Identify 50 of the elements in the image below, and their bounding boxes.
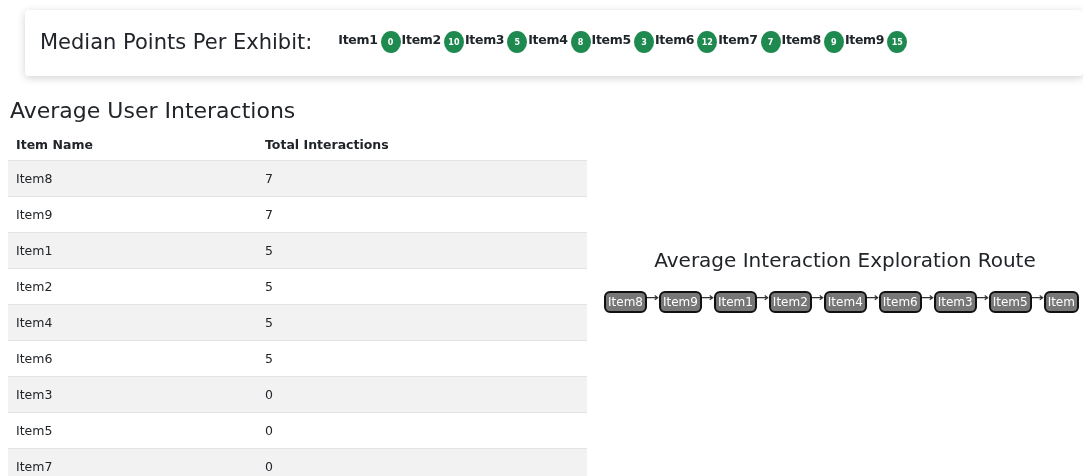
- item-label: Item6: [654, 32, 695, 47]
- route-node: Item4: [823, 291, 867, 313]
- item-label: Item7: [718, 32, 758, 47]
- table-cell: 5: [257, 304, 587, 341]
- table-cell: Item2: [8, 268, 257, 305]
- points-badge: 3: [633, 31, 654, 53]
- points-badge: 15: [887, 31, 908, 53]
- card-title: Median Points Per Exhibit:: [40, 30, 313, 54]
- table-cell: 0: [257, 412, 587, 449]
- item-label: Item5: [591, 32, 631, 47]
- table-cell: Item7: [8, 448, 257, 476]
- points-badge: 9: [823, 31, 844, 53]
- points-badge: 5: [507, 31, 528, 53]
- points-badge: 7: [760, 31, 781, 53]
- item-label: Item8: [781, 32, 821, 47]
- section-title: Average User Interactions: [10, 98, 297, 123]
- route-node: Item1: [713, 291, 757, 313]
- table-cell: 7: [257, 160, 587, 197]
- table-cell: Item9: [8, 196, 257, 233]
- table-cell: 5: [257, 340, 587, 377]
- route-node: Item: [1043, 291, 1079, 313]
- item-label: Item1: [338, 32, 378, 47]
- item-label: Item3: [464, 32, 505, 47]
- table-cell: Item5: [8, 412, 257, 449]
- route-node: Item6: [878, 291, 922, 313]
- route-node: Item5: [988, 291, 1032, 313]
- item-label: Item2: [401, 32, 441, 47]
- points-badge: 0: [380, 31, 401, 53]
- table-cell: 5: [257, 232, 587, 269]
- route-title: Average Interaction Exploration Route: [654, 248, 1036, 272]
- table-cell: 5: [257, 268, 587, 305]
- points-badge: 10: [443, 31, 464, 53]
- column-header: Total Interactions: [257, 131, 587, 161]
- points-badge: 12: [697, 31, 718, 53]
- table-cell: Item6: [8, 340, 257, 377]
- table-cell: 0: [257, 448, 587, 476]
- route-node: Item9: [658, 291, 702, 313]
- table-cell: 0: [257, 376, 587, 413]
- column-header: Item Name: [8, 131, 257, 161]
- route-node: Item3: [933, 291, 977, 313]
- table-cell: Item1: [8, 232, 257, 269]
- table-cell: Item4: [8, 304, 257, 341]
- table-cell: Item8: [8, 160, 257, 197]
- item-label: Item4: [528, 32, 568, 47]
- route-node: Item8: [604, 291, 647, 313]
- route-node: Item2: [768, 291, 812, 313]
- table-cell: 7: [257, 196, 587, 233]
- table-cell: Item3: [8, 376, 257, 413]
- item-label: Item9: [844, 32, 885, 47]
- points-badge: 8: [570, 31, 591, 53]
